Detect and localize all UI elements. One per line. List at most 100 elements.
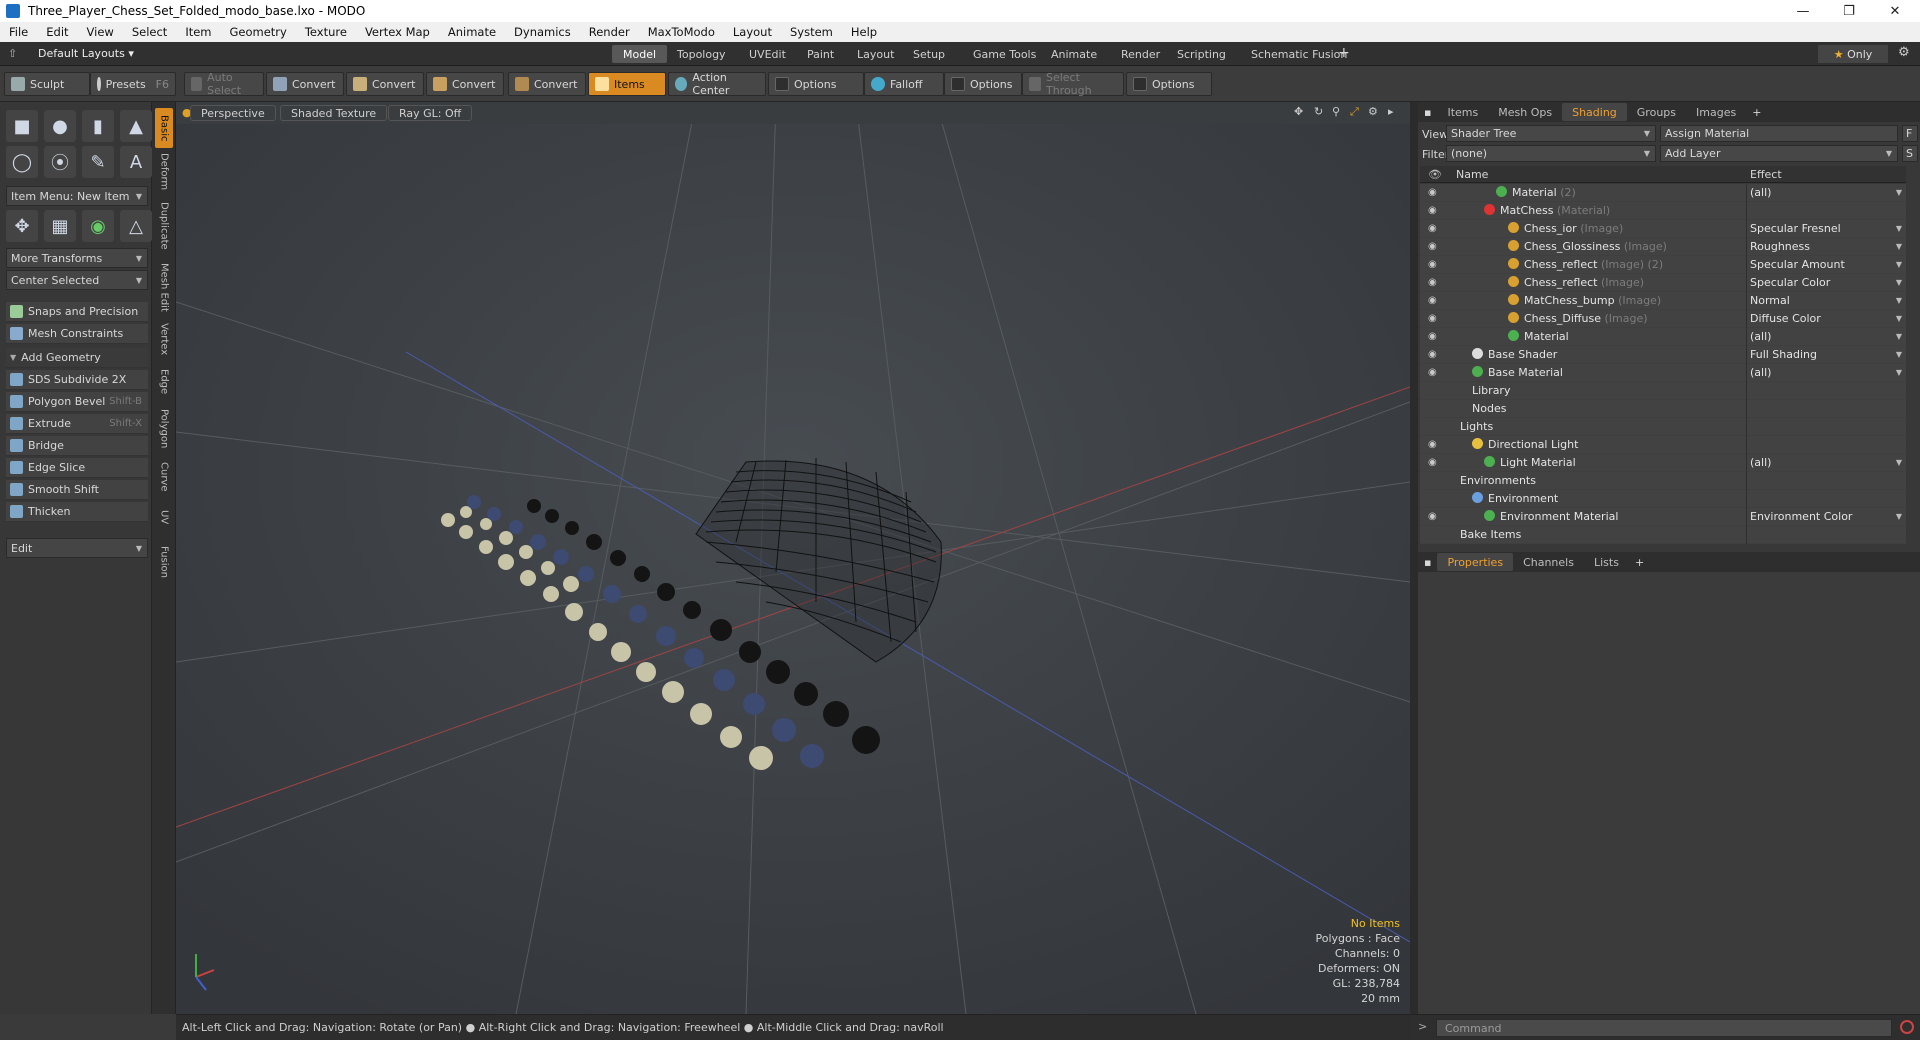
effect-dropdown-icon[interactable]: ▼ (1896, 368, 1902, 377)
snaps-precision-button[interactable]: Snaps and Precision (6, 302, 148, 322)
add-layer-s-button[interactable]: S (1902, 145, 1918, 162)
sphere-icon[interactable]: ● (44, 110, 76, 142)
effect-dropdown-icon[interactable]: ▼ (1896, 350, 1902, 359)
menu-texture[interactable]: Texture (296, 25, 356, 39)
panel-menu-icon[interactable]: ▪ (1418, 556, 1437, 569)
layout-preset-dropdown[interactable]: Default Layouts ▾ (38, 47, 134, 60)
cone-icon[interactable]: ▲ (120, 110, 152, 142)
visibility-eye-icon[interactable]: ◉ (1428, 241, 1442, 253)
mesh-constraints-button[interactable]: Mesh Constraints (6, 324, 148, 344)
pen-icon[interactable]: ✎ (82, 146, 114, 178)
effect-dropdown-icon[interactable]: ▼ (1896, 188, 1902, 197)
menu-help[interactable]: Help (842, 25, 886, 39)
menu-geometry[interactable]: Geometry (221, 25, 296, 39)
rotate-icon[interactable]: ↻ (1314, 105, 1323, 118)
close-icon[interactable]: ✕ (1872, 0, 1918, 22)
layout-tab-model[interactable]: Model (612, 45, 668, 63)
layout-tab-topology[interactable]: Topology (666, 45, 737, 63)
vtab-duplicate[interactable]: Duplicate (155, 198, 173, 254)
items-mode-button[interactable]: Items (588, 72, 666, 96)
menu-layout[interactable]: Layout (724, 25, 781, 39)
visibility-eye-icon[interactable]: ◉ (1428, 223, 1442, 235)
pan-icon[interactable]: ✥ (1294, 105, 1303, 118)
shading-tab-items[interactable]: Items (1437, 103, 1488, 121)
shading-mode-button[interactable]: Shaded Texture (280, 105, 388, 121)
layout-tab-uvedit[interactable]: UVEdit (738, 45, 797, 63)
shader-tree-row[interactable]: Environment (1420, 490, 1906, 508)
visibility-eye-icon[interactable]: ◉ (1428, 295, 1442, 307)
add-layer-dropdown[interactable]: Add Layer ▼ (1660, 145, 1898, 162)
center-selected-dropdown[interactable]: Center Selected ▼ (6, 270, 148, 290)
visibility-eye-icon[interactable]: ◉ (1428, 457, 1442, 469)
effect-dropdown-icon[interactable]: ▼ (1896, 296, 1902, 305)
vtab-fusion[interactable]: Fusion (155, 538, 173, 586)
props-tab-properties[interactable]: Properties (1437, 553, 1514, 571)
visibility-eye-icon[interactable]: ◉ (1428, 205, 1442, 217)
only-toggle[interactable]: ★ Only (1818, 45, 1888, 63)
cube-icon[interactable]: ■ (6, 110, 38, 142)
zoom-icon[interactable]: ⚲ (1332, 105, 1340, 118)
tool-thicken[interactable]: Thicken (6, 502, 148, 522)
raygl-button[interactable]: Ray GL: Off (388, 105, 473, 121)
effect-dropdown-icon[interactable]: ▼ (1896, 314, 1902, 323)
globe-icon[interactable]: ◉ (82, 210, 114, 242)
vtab-basic[interactable]: Basic (155, 108, 173, 148)
edit-dropdown[interactable]: Edit ▼ (6, 538, 148, 558)
tool-edge-slice[interactable]: Edge Slice (6, 458, 148, 478)
restore-icon[interactable]: ❐ (1826, 0, 1872, 22)
transform-icon[interactable]: ✥ (6, 210, 38, 242)
menu-select[interactable]: Select (123, 25, 176, 39)
menu-render[interactable]: Render (580, 25, 639, 39)
shader-tree-row[interactable]: Nodes (1420, 400, 1906, 418)
menu-dynamics[interactable]: Dynamics (505, 25, 580, 39)
effect-column-header[interactable]: Effect (1750, 168, 1782, 181)
tool-polygon-bevel[interactable]: Polygon Bevel Shift-B (6, 392, 148, 412)
shading-tab-shading[interactable]: Shading (1562, 103, 1627, 121)
3d-viewport[interactable]: ● Perspective Shaded Texture Ray GL: Off… (176, 102, 1410, 1014)
grid-icon[interactable]: ▦ (44, 210, 76, 242)
shader-tree-row[interactable]: ◉ Material (2) (all) ▼ (1420, 184, 1906, 202)
presets-button[interactable]: Presets F6 (90, 72, 176, 96)
effect-dropdown-icon[interactable]: ▼ (1896, 242, 1902, 251)
shader-tree-row[interactable]: ◉ Chess_Diffuse (Image) Diffuse Color ▼ (1420, 310, 1906, 328)
shader-tree-row[interactable]: ◉ Base Shader Full Shading ▼ (1420, 346, 1906, 364)
shader-tree-row[interactable]: ◉ MatChess (Material) (1420, 202, 1906, 220)
item-menu-dropdown[interactable]: Item Menu: New Item ▼ (6, 186, 148, 206)
text-icon[interactable]: A (120, 146, 152, 178)
viewport-gear-icon[interactable]: ⚙ (1368, 105, 1378, 118)
layout-arrow-icon[interactable]: ⇧ (8, 47, 17, 60)
vtab-vertex[interactable]: Vertex (155, 320, 173, 358)
menu-system[interactable]: System (781, 25, 842, 39)
layout-tab-game-tools[interactable]: Game Tools (962, 45, 1047, 63)
layout-tab-layout[interactable]: Layout (846, 45, 905, 63)
shading-tab-images[interactable]: Images (1686, 103, 1746, 121)
tool-sds-subdivide-2x[interactable]: SDS Subdivide 2X (6, 370, 148, 390)
shader-tree-row[interactable]: ◉ MatChess_bump (Image) Normal ▼ (1420, 292, 1906, 310)
vtab-uv[interactable]: UV (155, 502, 173, 532)
vtab-edge[interactable]: Edge (155, 362, 173, 402)
record-icon[interactable] (1900, 1020, 1914, 1034)
panel-splitter[interactable] (1410, 102, 1418, 1040)
effect-dropdown-icon[interactable]: ▼ (1896, 260, 1902, 269)
select-options-button[interactable]: Options (1126, 72, 1212, 96)
layout-tab-animate[interactable]: Animate (1040, 45, 1108, 63)
torus-icon[interactable]: ◯ (6, 146, 38, 178)
cylinder-icon[interactable]: ▮ (82, 110, 114, 142)
shader-tree-row[interactable]: ◉ Chess_Glossiness (Image) Roughness ▼ (1420, 238, 1906, 256)
menu-vertex-map[interactable]: Vertex Map (356, 25, 439, 39)
convert-button-1[interactable]: Convert (266, 72, 344, 96)
layout-tab-scripting[interactable]: Scripting (1166, 45, 1237, 63)
layout-tab-setup[interactable]: Setup (902, 45, 956, 63)
props-tab-lists[interactable]: Lists (1584, 553, 1629, 571)
assign-material-field[interactable]: Assign Material (1660, 125, 1898, 142)
convert-button-2[interactable]: Convert (346, 72, 424, 96)
vtab-deform[interactable]: Deform (155, 150, 173, 194)
visibility-eye-icon[interactable]: ◉ (1428, 259, 1442, 271)
visibility-eye-icon[interactable]: ◉ (1428, 511, 1442, 523)
view-type-button[interactable]: Perspective (190, 105, 276, 121)
falloff-options-button[interactable]: Options (944, 72, 1022, 96)
effect-dropdown-icon[interactable]: ▼ (1896, 512, 1902, 521)
action-center-options-button[interactable]: Options (768, 72, 864, 96)
shader-tree-row[interactable]: Lights (1420, 418, 1906, 436)
shading-tab-groups[interactable]: Groups (1627, 103, 1686, 121)
